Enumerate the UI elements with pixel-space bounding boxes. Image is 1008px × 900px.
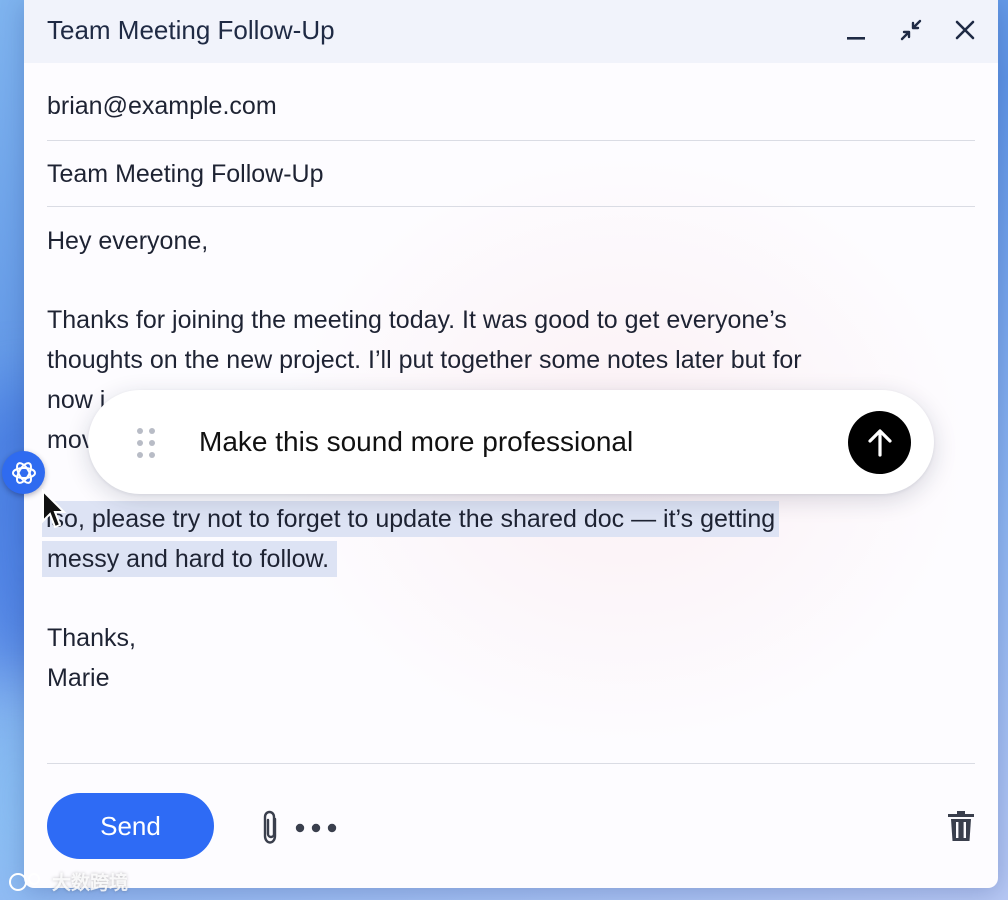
- window-header: Team Meeting Follow-Up: [24, 0, 998, 63]
- watermark-logo-icon: [9, 872, 40, 891]
- drag-handle-icon[interactable]: [135, 427, 157, 459]
- prompt-input[interactable]: Make this sound more professional: [199, 426, 633, 458]
- close-button[interactable]: [950, 15, 980, 45]
- divider: [47, 206, 975, 207]
- watermark: 大数跨境: [8, 868, 128, 895]
- arrow-up-icon: [867, 428, 892, 457]
- mouse-cursor-icon: [42, 489, 67, 529]
- trash-icon: [948, 811, 974, 841]
- attach-button[interactable]: [256, 808, 286, 848]
- divider: [47, 763, 975, 764]
- submit-prompt-button[interactable]: [848, 411, 911, 474]
- assistant-button[interactable]: [2, 451, 45, 494]
- collapse-icon: [900, 19, 922, 41]
- send-button[interactable]: Send: [47, 793, 214, 859]
- more-options-icon: [295, 823, 337, 833]
- body-signature[interactable]: Marie: [47, 658, 967, 698]
- minimize-icon: [847, 37, 865, 40]
- to-field[interactable]: brian@example.com: [47, 92, 975, 121]
- selected-text-highlight: messy and hard to follow.: [42, 541, 338, 577]
- selected-text-line[interactable]: messy and hard to follow.: [42, 539, 962, 579]
- selected-text-line[interactable]: lso, please try not to forget to update …: [42, 499, 962, 539]
- window-title: Team Meeting Follow-Up: [47, 15, 335, 45]
- body-paragraph-line[interactable]: thoughts on the new project. I’ll put to…: [47, 340, 967, 380]
- paperclip-icon: [263, 810, 277, 844]
- assistant-icon: [11, 461, 36, 484]
- ai-prompt-bar: Make this sound more professional: [88, 390, 934, 494]
- minimize-button[interactable]: [841, 15, 871, 45]
- subject-field[interactable]: Team Meeting Follow-Up: [47, 160, 975, 189]
- close-icon: [955, 20, 975, 40]
- selected-text-highlight: lso, please try not to forget to update …: [42, 501, 780, 537]
- more-options-button[interactable]: [292, 818, 340, 838]
- watermark-text: 大数跨境: [52, 873, 129, 894]
- collapse-button[interactable]: [896, 15, 926, 45]
- delete-button[interactable]: [944, 808, 978, 844]
- divider: [47, 140, 975, 141]
- body-paragraph-line[interactable]: Thanks for joining the meeting today. It…: [47, 300, 967, 340]
- body-greeting[interactable]: Hey everyone,: [47, 221, 967, 261]
- body-signoff[interactable]: Thanks,: [47, 618, 967, 658]
